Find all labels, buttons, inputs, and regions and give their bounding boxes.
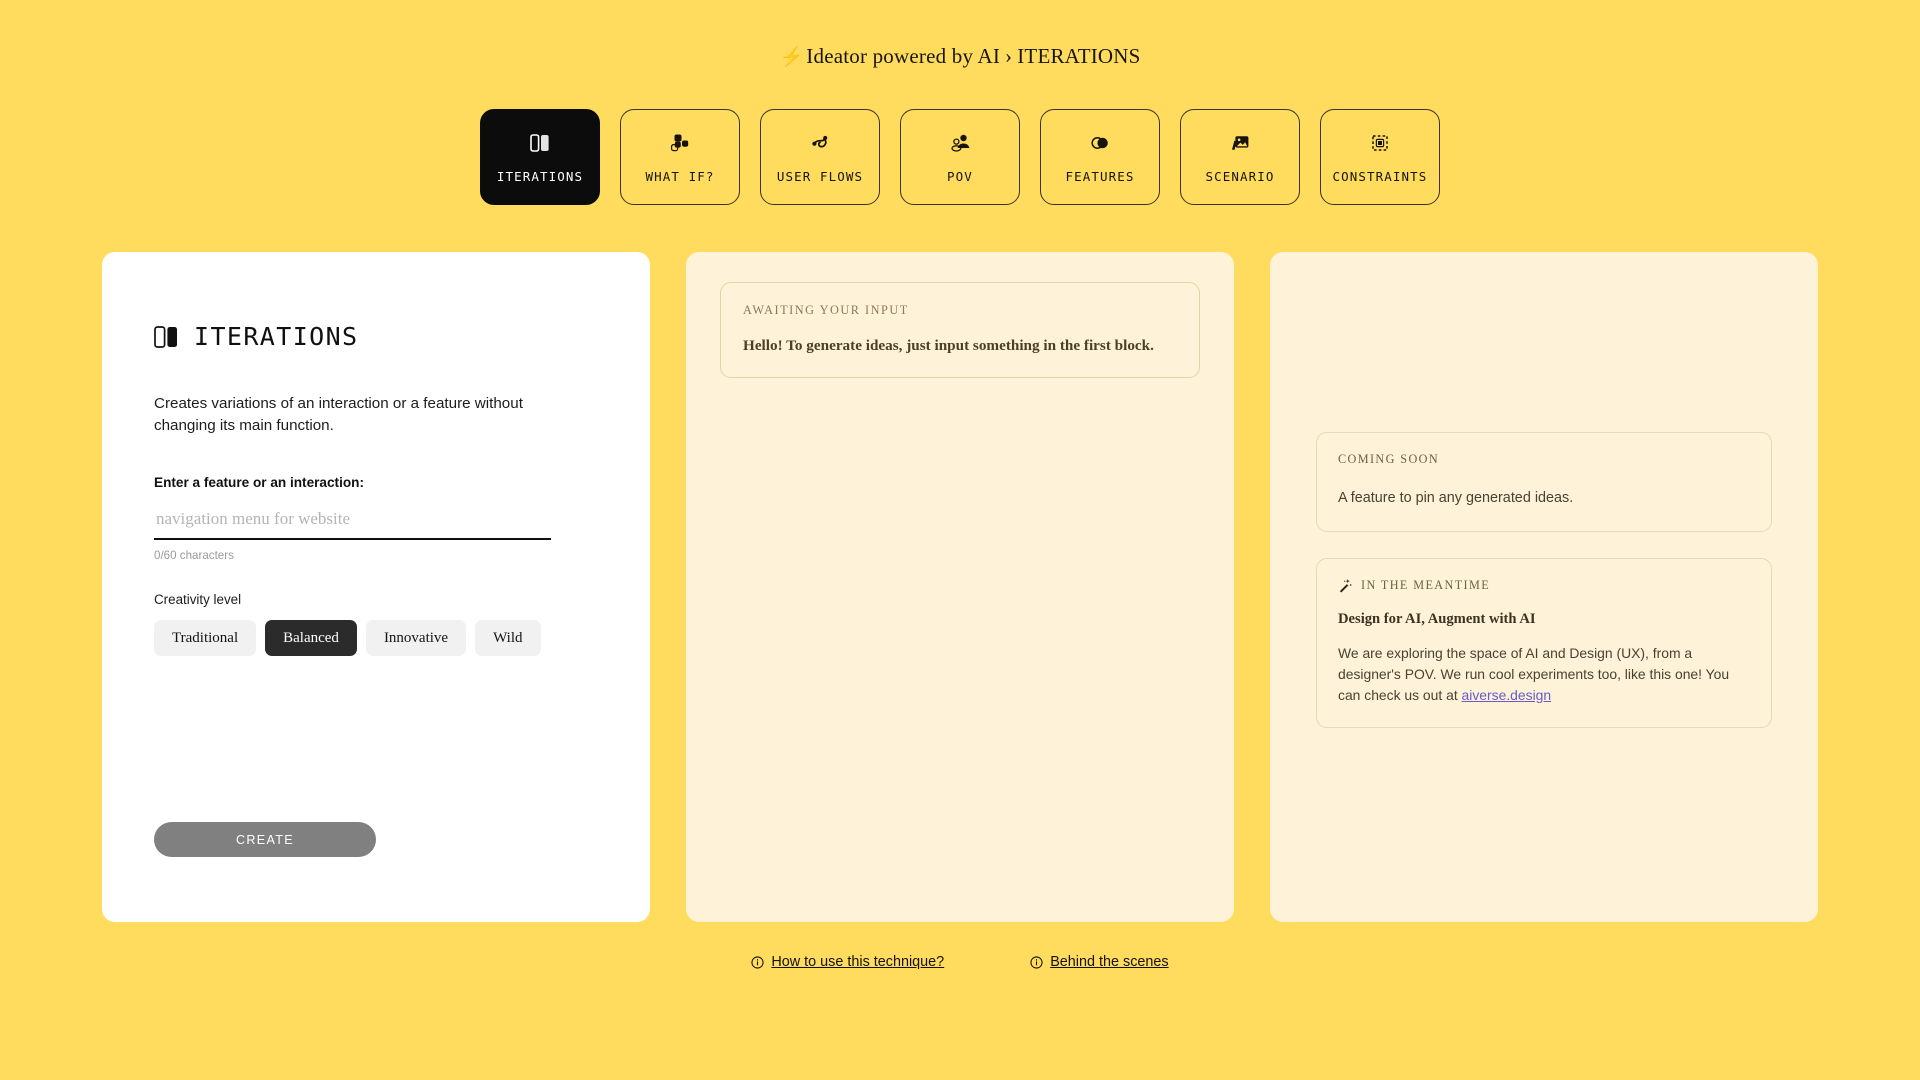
technique-tabs: ITERATIONS WHAT IF? USER FLOWS POV FEATU… <box>0 109 1920 205</box>
two-people-icon <box>951 134 970 152</box>
footer-link-label: Behind the scenes <box>1050 954 1169 970</box>
card-paragraph: We are exploring the space of AI and Des… <box>1338 643 1750 706</box>
create-button[interactable]: CREATE <box>154 822 376 857</box>
creativity-level-group: Traditional Balanced Innovative Wild <box>154 620 598 657</box>
two-panels-icon <box>154 325 177 348</box>
image-stack-icon <box>1232 136 1249 150</box>
info-icon <box>1030 955 1043 969</box>
character-counter: 0/60 characters <box>154 549 234 563</box>
app-header: ⚡ Ideator powered by AI › ITERATIONS <box>0 0 1920 69</box>
two-panels-icon <box>530 134 549 152</box>
magic-wand-icon <box>1339 579 1353 593</box>
footer-link-label: How to use this technique? <box>771 954 945 970</box>
creativity-option-traditional[interactable]: Traditional <box>154 620 257 657</box>
card-text: A feature to pin any generated ideas. <box>1338 490 1574 506</box>
card-kicker: AWAITING YOUR INPUT <box>743 303 909 317</box>
breadcrumb-separator: › <box>1005 44 1013 68</box>
tab-user-flows[interactable]: USER FLOWS <box>760 109 880 205</box>
tab-features[interactable]: FEATURES <box>1040 109 1160 205</box>
card-heading: Design for AI, Augment with AI <box>1338 610 1536 627</box>
breadcrumb-current: ITERATIONS <box>1017 44 1141 68</box>
app-name: Ideator powered by AI <box>806 44 1001 68</box>
coming-soon-card: COMING SOON A feature to pin any generat… <box>1316 432 1772 532</box>
tab-pov[interactable]: POV <box>900 109 1020 205</box>
info-icon <box>751 955 764 969</box>
tab-label: SCENARIO <box>1205 169 1275 184</box>
tab-label: CONSTRAINTS <box>1332 169 1428 184</box>
scattered-squares-icon <box>670 134 689 152</box>
lightning-bolt-icon: ⚡ <box>779 47 804 68</box>
card-message: Hello! To generate ideas, just input som… <box>743 337 1154 354</box>
tab-scenario[interactable]: SCENARIO <box>1180 109 1300 205</box>
flow-path-icon <box>812 135 828 148</box>
card-kicker: COMING SOON <box>1338 452 1440 466</box>
info-card-stack: COMING SOON A feature to pin any generat… <box>1316 432 1772 729</box>
awaiting-input-card: AWAITING YOUR INPUT Hello! To generate i… <box>720 282 1200 378</box>
aiverse-link[interactable]: aiverse.design <box>1462 687 1552 703</box>
info-panel: COMING SOON A feature to pin any generat… <box>1270 252 1818 922</box>
footer-links: How to use this technique? Behind the sc… <box>0 954 1920 970</box>
how-to-use-link[interactable]: How to use this technique? <box>751 954 944 970</box>
creativity-level-label: Creativity level <box>154 592 242 608</box>
in-the-meantime-card: IN THE MEANTIME Design for AI, Augment w… <box>1316 557 1772 729</box>
tab-label: WHAT IF? <box>645 169 715 184</box>
behind-the-scenes-link[interactable]: Behind the scenes <box>1030 954 1169 970</box>
feature-input[interactable] <box>154 506 551 541</box>
card-kicker-row: IN THE MEANTIME <box>1338 578 1750 593</box>
panels-row: ITERATIONS Creates variations of an inte… <box>0 252 1920 922</box>
creativity-option-balanced[interactable]: Balanced <box>265 620 357 657</box>
panel-title-text: ITERATIONS <box>194 322 359 351</box>
input-panel: ITERATIONS Creates variations of an inte… <box>102 252 650 922</box>
creativity-option-wild[interactable]: Wild <box>475 620 541 657</box>
venn-circles-icon <box>1091 137 1108 149</box>
dashed-square-icon <box>1372 135 1388 151</box>
app-root: ⚡ Ideator powered by AI › ITERATIONS ITERAT… <box>0 0 1920 1080</box>
tab-constraints[interactable]: CONSTRAINTS <box>1320 109 1440 205</box>
panel-description: Creates variations of an interaction or … <box>154 395 523 434</box>
tab-label: POV <box>947 169 973 184</box>
creativity-option-innovative[interactable]: Innovative <box>365 620 467 657</box>
tab-label: ITERATIONS <box>496 169 584 184</box>
tab-iterations[interactable]: ITERATIONS <box>480 109 600 205</box>
tab-label: FEATURES <box>1065 169 1135 184</box>
tab-what-if[interactable]: WHAT IF? <box>620 109 740 205</box>
input-field-label: Enter a feature or an interaction: <box>154 475 364 491</box>
card-kicker: IN THE MEANTIME <box>1361 577 1491 592</box>
tab-label: USER FLOWS <box>776 169 864 184</box>
panel-title: ITERATIONS <box>154 322 598 351</box>
output-panel: AWAITING YOUR INPUT Hello! To generate i… <box>686 252 1234 922</box>
